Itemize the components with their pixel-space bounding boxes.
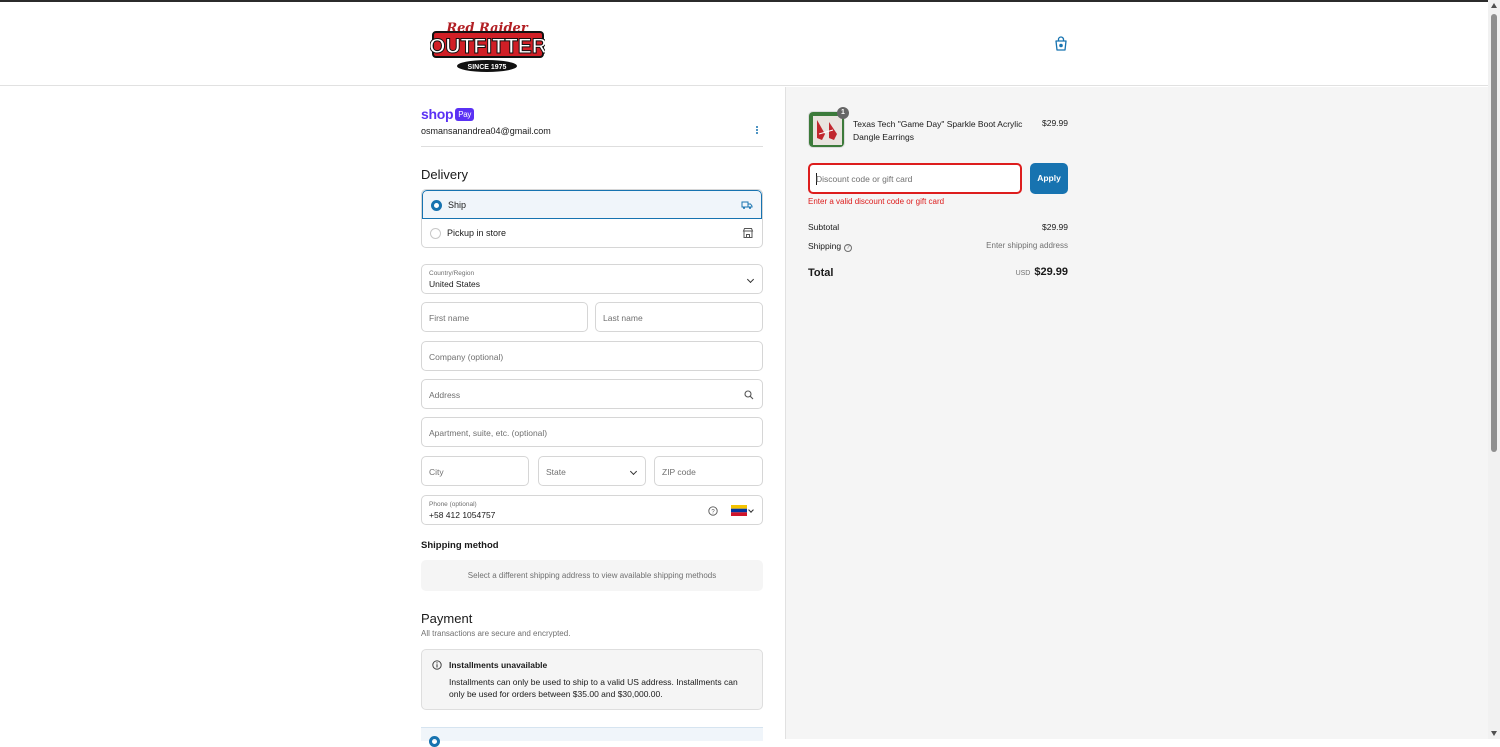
country-label: Country/Region <box>429 270 475 277</box>
delivery-option-pickup[interactable]: Pickup in store <box>422 219 762 247</box>
store-logo[interactable]: Red Raider OUTFITTER SINCE 1975 <box>430 16 545 74</box>
chevron-down-icon <box>629 467 638 476</box>
zip-placeholder: ZIP code <box>662 467 696 477</box>
total-value: $29.99 <box>1034 266 1068 278</box>
divider <box>421 146 763 147</box>
country-value: United States <box>429 279 481 289</box>
chevron-down-icon <box>746 275 755 284</box>
radio-pickup[interactable] <box>430 228 441 239</box>
notice-title: Installments unavailable <box>449 660 548 670</box>
phone-label: Phone (optional) <box>429 501 477 508</box>
logo-since-text: SINCE 1975 <box>468 64 507 71</box>
notice-body: Installments can only be used to ship to… <box>449 677 738 699</box>
state-placeholder: State <box>546 467 566 477</box>
bag-icon[interactable] <box>1053 36 1069 52</box>
truck-icon <box>741 201 753 209</box>
subtotal-value: $29.99 <box>1042 222 1068 232</box>
apartment-field[interactable]: Apartment, suite, etc. (optional) <box>421 417 763 447</box>
last-name-placeholder: Last name <box>603 313 643 323</box>
payment-subtitle: All transactions are secure and encrypte… <box>421 629 571 638</box>
payment-heading: Payment <box>421 611 473 626</box>
total-label: Total <box>808 267 834 279</box>
first-name-field[interactable]: First name <box>421 302 588 332</box>
apply-button[interactable]: Apply <box>1030 163 1068 194</box>
scrollbar[interactable] <box>1488 0 1500 739</box>
company-placeholder: Company (optional) <box>429 352 504 362</box>
shop-pay-logo: shop Pay <box>421 106 475 122</box>
phone-value: +58 412 1054757 <box>429 510 496 520</box>
more-options-icon[interactable] <box>752 125 762 137</box>
delivery-option-ship[interactable]: Ship <box>422 190 762 219</box>
account-email: osmansanandrea04@gmail.com <box>421 126 551 136</box>
shipping-row: Shipping? <box>808 241 853 252</box>
discount-error: Enter a valid discount code or gift card <box>808 197 945 206</box>
city-field[interactable]: City <box>421 456 529 486</box>
subtotal-label: Subtotal <box>808 222 840 232</box>
phone-field[interactable]: Phone (optional) +58 412 1054757 ? <box>421 495 763 525</box>
shipping-value: Enter shipping address <box>986 241 1068 250</box>
radio-payment[interactable] <box>429 736 440 747</box>
installments-notice: Installments unavailable Installments ca… <box>421 649 763 710</box>
help-icon[interactable]: ? <box>844 244 853 252</box>
country-select[interactable]: Country/Region United States <box>421 264 763 294</box>
search-icon <box>744 390 754 400</box>
product-price: $29.99 <box>1042 118 1068 128</box>
first-name-placeholder: First name <box>429 313 470 323</box>
scrollbar-thumb[interactable] <box>1491 14 1497 452</box>
delivery-option-label: Pickup in store <box>447 228 507 238</box>
info-icon <box>432 660 442 670</box>
radio-ship[interactable] <box>431 200 442 211</box>
address-field[interactable]: Address <box>421 379 763 409</box>
store-icon <box>742 228 754 238</box>
shop-pay-badge: Pay <box>455 108 475 121</box>
apartment-placeholder: Apartment, suite, etc. (optional) <box>429 428 548 438</box>
currency-code: USD <box>1015 270 1031 277</box>
delivery-heading: Delivery <box>421 167 468 182</box>
shipping-method-message: Select a different shipping address to v… <box>421 560 763 591</box>
state-select[interactable]: State <box>538 456 646 486</box>
scroll-down-icon[interactable] <box>1491 731 1497 736</box>
scroll-up-icon[interactable] <box>1491 3 1497 8</box>
delivery-option-label: Ship <box>448 200 467 210</box>
total-amount: USD $29.99 <box>960 266 1068 278</box>
delivery-options: Ship Pickup in store <box>421 189 763 248</box>
zip-field[interactable]: ZIP code <box>654 456 763 486</box>
city-placeholder: City <box>429 467 444 477</box>
discount-input[interactable]: Discount code or gift card <box>808 163 1022 194</box>
shipping-method-heading: Shipping method <box>421 540 499 551</box>
help-icon[interactable]: ? <box>708 506 718 516</box>
discount-placeholder: Discount code or gift card <box>816 174 913 184</box>
last-name-field[interactable]: Last name <box>595 302 763 332</box>
site-header: Red Raider OUTFITTER SINCE 1975 <box>0 2 1488 86</box>
chevron-down-icon[interactable] <box>748 507 754 513</box>
company-field[interactable]: Company (optional) <box>421 341 763 371</box>
logo-main-text: OUTFITTER <box>430 35 545 58</box>
shipping-label: Shipping <box>808 241 842 251</box>
quantity-badge: 1 <box>837 107 849 119</box>
address-placeholder: Address <box>429 390 461 400</box>
product-name: Texas Tech "Game Day" Sparkle Boot Acryl… <box>853 119 1023 142</box>
venezuela-flag-icon[interactable] <box>731 505 747 516</box>
